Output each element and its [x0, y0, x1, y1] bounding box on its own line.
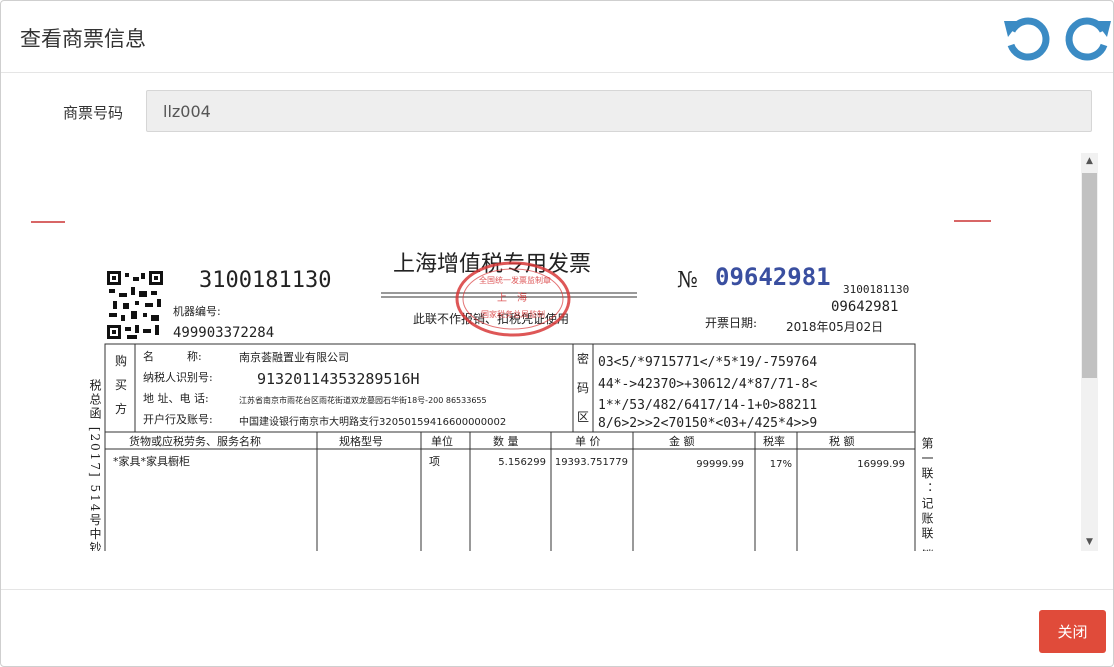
item-price: 19393.751779 [555, 457, 628, 468]
cipher-label-2: 码 [577, 381, 589, 395]
item-tax: 16999.99 [857, 459, 905, 470]
right-margin-text: 第一联：记账联 销 [920, 437, 934, 551]
buyer-address-value: 江苏省南京市雨花台区雨花街道双龙墓园石华街18号-200 86533655 [239, 395, 487, 405]
buyer-bank-label: 开户行及账号: [143, 412, 213, 426]
rotate-right-icon[interactable] [1063, 15, 1111, 63]
invoice-number-row: 商票号码 llz004 [1, 90, 1113, 134]
stamp-middle-text: 上 海 [497, 291, 527, 304]
scroll-up-arrow-icon[interactable]: ▲ [1081, 153, 1098, 170]
buyer-bank-value: 中国建设银行南京市大明路支行32050159416600000002 [239, 415, 506, 428]
cipher-label-1: 密 [577, 351, 589, 366]
stamp-top-text: 全国统一发票监制章 [479, 275, 551, 285]
qr-code [107, 271, 163, 339]
buyer-taxid-label: 纳税人识别号: [143, 370, 213, 384]
item-unit: 项 [429, 455, 440, 468]
col-header-name: 货物或应税劳务、服务名称 [129, 434, 261, 448]
invoice-number-label: 商票号码 [63, 104, 124, 122]
col-header-qty: 数 量 [493, 435, 519, 448]
left-margin-text: 税总函 [2017] 514号中钞 [88, 379, 102, 551]
buyer-address-label: 地 址、电 话: [143, 391, 209, 405]
dialog-title: 查看商票信息 [20, 27, 146, 51]
buyer-side-label-2: 买 [115, 378, 127, 392]
invoice-image-viewer[interactable]: 上海增值税专用发票 3100181130 机器编号: 499903372284 … [1, 153, 1100, 551]
scroll-down-arrow-icon[interactable]: ▼ [1081, 534, 1098, 551]
machine-number: 499903372284 [173, 325, 274, 341]
buyer-name-label: 名 称: [143, 349, 202, 363]
invoice-dialog: 查看商票信息 商票号码 llz004 上海增值税专用发票 3100181130 … [0, 0, 1114, 667]
cipher-line-4: 8/6>2>>2<70150*<03+/425*4>>9 [598, 416, 817, 431]
invoice-code-small: 3100181130 [843, 283, 909, 296]
close-button[interactable]: 关闭 [1039, 610, 1106, 653]
cipher-line-1: 03<5/*9715771</*5*19/-759764 [598, 355, 817, 370]
item-amount: 99999.99 [696, 459, 744, 470]
item-qty: 5.156299 [498, 457, 546, 468]
stamp-bottom-text: 国家税务总局监制 [481, 309, 545, 319]
buyer-side-label-1: 购 [115, 353, 127, 368]
viewer-scrollbar[interactable]: ▲ ▼ [1081, 153, 1098, 551]
col-header-spec: 规格型号 [339, 434, 383, 448]
buyer-name-value: 南京荟融置业有限公司 [239, 350, 349, 364]
col-header-price: 单 价 [575, 435, 601, 448]
dialog-footer: 关闭 [1, 589, 1113, 666]
rotate-left-icon[interactable] [1004, 15, 1052, 63]
issue-date-label: 开票日期: [705, 316, 757, 330]
invoice-number: 09642981 [715, 263, 831, 291]
col-header-rate: 税率 [763, 434, 785, 448]
col-header-unit: 单位 [431, 434, 453, 448]
machine-label: 机器编号: [173, 304, 221, 318]
cipher-label-3: 区 [577, 410, 589, 424]
item-rate: 17% [770, 459, 792, 470]
cipher-line-3: 1**/53/482/6417/14-1+0>88211 [598, 398, 817, 413]
buyer-taxid-value: 91320114353289516H [257, 370, 420, 388]
issue-date: 2018年05月02日 [786, 320, 883, 334]
item-name: *家具*家具橱柜 [113, 454, 190, 468]
invoice-number-small: 09642981 [831, 299, 898, 315]
cipher-line-2: 44*->42370>+30612/4*87/71-8< [598, 377, 817, 392]
col-header-amount: 金 额 [669, 434, 695, 448]
buyer-side-label-3: 方 [115, 401, 127, 416]
scroll-thumb[interactable] [1082, 173, 1097, 378]
number-prefix: № [677, 268, 698, 293]
col-header-tax: 税 额 [829, 434, 855, 448]
invoice-code: 3100181130 [199, 268, 331, 293]
dialog-header: 查看商票信息 [1, 1, 1113, 73]
invoice-scan-image: 上海增值税专用发票 3100181130 机器编号: 499903372284 … [31, 220, 991, 551]
invoice-number-input[interactable]: llz004 [146, 90, 1092, 132]
